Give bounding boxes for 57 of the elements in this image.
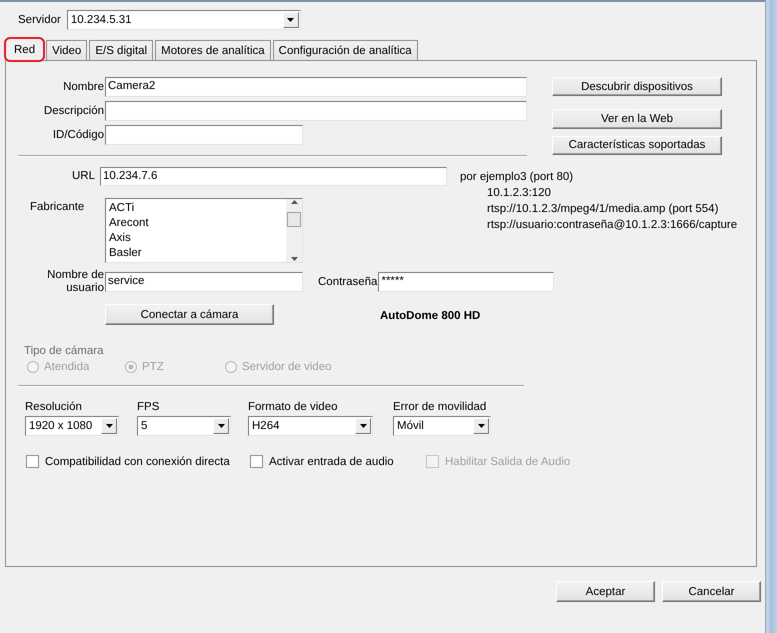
url-example: rtsp://usuario:contraseña@10.1.2.3:1666/capture [486,218,738,233]
username-field[interactable]: service [105,272,303,292]
dropdown[interactable]: 1920 x 1080 [25,416,119,436]
list-item[interactable]: Basler [109,246,283,261]
radio-label: Atendida [44,361,90,373]
action-button[interactable]: Descubrir dispositivos [552,77,722,96]
manufacturer-list[interactable]: ACTi Arecont Axis Basler [105,198,303,263]
dropdown-label: Formato de video [248,401,338,413]
action-button[interactable]: Características soportadas [552,136,722,155]
checkbox[interactable] [26,455,39,468]
list-item[interactable]: Arecont [109,216,283,231]
scroll-down-arrow-icon[interactable] [290,257,298,261]
password-field[interactable]: ***** [378,272,554,292]
url-example: rtsp://10.1.2.3/mpeg4/1/media.amp (port 554) [486,202,720,217]
dropdown[interactable]: H264 [248,416,373,436]
radio-label: Servidor de video [242,361,332,373]
scrollbar-thumb[interactable] [287,212,301,227]
dropdown[interactable]: Móvil [393,416,491,436]
field-label: Nombre [62,81,105,93]
url-field[interactable]: 10.234.7.6 [100,166,447,186]
password-label: Contraseña [318,276,378,288]
scroll-up-arrow-icon[interactable] [290,200,298,204]
url-example: 10.1.2.3:120 [486,186,552,201]
field-label: Descripción [42,105,105,117]
dropdown-label: Error de movilidad [393,401,488,413]
dialog-button[interactable]: Cancelar [662,581,761,602]
camera-model: AutoDome 800 HD [380,310,480,322]
checkbox-label: Compatibilidad con conexión directa [45,456,230,468]
connect-button[interactable]: Conectar a cámara [105,304,274,325]
tab[interactable]: E/S digital [89,40,154,60]
text-field[interactable] [105,101,527,121]
camera-type-label: Tipo de cámara [24,345,104,357]
dropdown-label: Resolución [25,401,83,413]
server-label: Servidor [18,14,61,26]
action-button[interactable]: Ver en la Web [552,109,722,129]
tab[interactable]: Video [46,40,88,60]
username-label: Nombre de usuario [46,269,105,295]
checkbox-label: Activar entrada de audio [269,456,394,468]
manufacturer-label: Fabricante [29,200,86,215]
server-dropdown[interactable]: 10.234.5.31 [66,10,301,30]
dropdown[interactable]: 5 [137,416,231,436]
text-field[interactable]: Camera2 [105,77,527,97]
tab[interactable]: Configuración de analítica [272,40,418,60]
list-item[interactable]: Axis [109,231,283,246]
tab[interactable]: Motores de analítica [155,40,271,60]
url-example: por ejemplo3 (port 80) [460,170,574,185]
scrollbar[interactable] [286,199,302,262]
tab[interactable]: Red [5,38,44,61]
radio-label: PTZ [142,361,164,373]
url-label: URL [70,170,96,182]
field-label: ID/Código [52,129,105,141]
text-field[interactable] [105,125,303,145]
checkbox[interactable] [250,455,263,468]
checkbox-label: Habilitar Salida de Audio [445,456,570,468]
list-item[interactable]: ACTi [109,201,283,216]
dropdown-label: FPS [137,401,160,413]
dialog-button[interactable]: Aceptar [556,581,655,602]
